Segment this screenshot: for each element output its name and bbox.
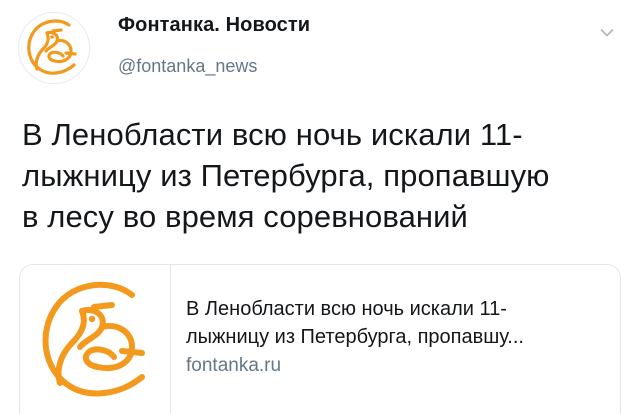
card-domain: fontanka.ru xyxy=(186,355,282,376)
account-handle[interactable]: @fontanka_news xyxy=(118,56,257,77)
chevron-down-icon[interactable] xyxy=(600,28,614,38)
fontanka-bird-logo-icon xyxy=(27,19,77,75)
account-name[interactable]: Фонтанка. Новости xyxy=(118,14,310,37)
link-card[interactable]: В Ленобласти всю ночь искали 11- лыжницу… xyxy=(19,264,621,414)
tweet-header: Фонтанка. Новости @fontanka_news xyxy=(0,0,640,90)
account-avatar[interactable] xyxy=(18,12,90,84)
card-thumbnail xyxy=(20,265,171,414)
card-title: В Ленобласти всю ночь искали 11- лыжницу… xyxy=(186,298,524,348)
tweet-text: В Ленобласти всю ночь искали 11- лыжницу… xyxy=(22,117,550,234)
fontanka-bird-logo-icon xyxy=(42,281,145,397)
